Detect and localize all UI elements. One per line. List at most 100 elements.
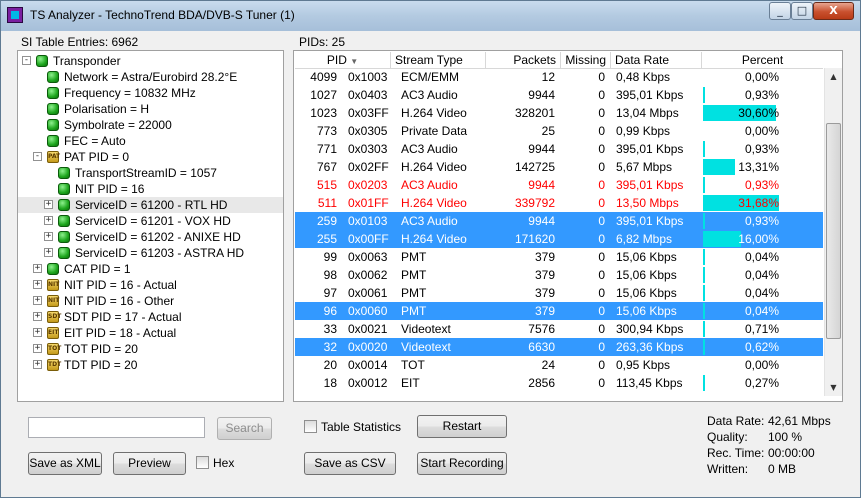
tree-node[interactable]: NIT PID = 16: [18, 181, 283, 197]
save-as-csv-button[interactable]: Save as CSV: [304, 452, 396, 475]
expand-icon[interactable]: +: [44, 216, 53, 225]
scroll-thumb[interactable]: [826, 123, 841, 339]
data-rate-cell: 13,04 Mbps: [616, 106, 679, 120]
scroll-up-icon[interactable]: ▲: [825, 68, 842, 85]
close-button[interactable]: X: [813, 2, 854, 20]
tree-node[interactable]: + TDT TDT PID = 20: [18, 357, 283, 373]
tree-node[interactable]: - Transponder: [18, 53, 283, 69]
table-row[interactable]: 18 0x0012 EIT 2856 0 113,45 Kbps 0,27%: [295, 374, 823, 392]
pid-cell: 767: [316, 160, 337, 174]
tree-node[interactable]: + NIT NIT PID = 16 - Other: [18, 293, 283, 309]
tree-node[interactable]: + ServiceID = 61200 - RTL HD: [18, 197, 283, 213]
tree-node[interactable]: TransportStreamID = 1057: [18, 165, 283, 181]
table-row[interactable]: 33 0x0021 Videotext 7576 0 300,94 Kbps 0,71%: [295, 320, 823, 338]
tree-node[interactable]: - PAT PAT PID = 0: [18, 149, 283, 165]
missing-cell: 0: [598, 286, 605, 300]
tree-node[interactable]: + EIT EIT PID = 18 - Actual: [18, 325, 283, 341]
tree-node[interactable]: + NIT NIT PID = 16 - Actual: [18, 277, 283, 293]
table-row[interactable]: 96 0x0060 PMT 379 0 15,06 Kbps 0,04%: [295, 302, 823, 320]
tree-node[interactable]: + ServiceID = 61202 - ANIXE HD: [18, 229, 283, 245]
table-row[interactable]: 773 0x0305 Private Data 25 0 0,99 Kbps 0,00%: [295, 122, 823, 140]
tree-node[interactable]: Polarisation = H: [18, 101, 283, 117]
col-data-rate[interactable]: Data Rate: [611, 52, 702, 68]
window-title: TS Analyzer - TechnoTrend BDA/DVB-S Tune…: [30, 8, 295, 22]
title-bar[interactable]: TS Analyzer - TechnoTrend BDA/DVB-S Tune…: [1, 1, 860, 31]
packets-cell: 339792: [514, 196, 555, 210]
start-recording-button[interactable]: Start Recording: [417, 452, 507, 475]
expand-icon[interactable]: +: [33, 360, 42, 369]
table-row[interactable]: 259 0x0103 AC3 Audio 9944 0 395,01 Kbps 0,93%: [295, 212, 823, 230]
percent-text: 13,31%: [738, 160, 779, 174]
tree-node[interactable]: + ServiceID = 61203 - ASTRA HD: [18, 245, 283, 261]
table-row[interactable]: 20 0x0014 TOT 24 0 0,95 Kbps 0,00%: [295, 356, 823, 374]
table-row[interactable]: 767 0x02FF H.264 Video 142725 0 5,67 Mbps 13,3…: [295, 158, 823, 176]
table-row[interactable]: 98 0x0062 PMT 379 0 15,06 Kbps 0,04%: [295, 266, 823, 284]
hex-checkbox[interactable]: [196, 456, 209, 469]
expand-icon[interactable]: +: [33, 296, 42, 305]
tree-node[interactable]: Frequency = 10832 MHz: [18, 85, 283, 101]
table-statistics-checkbox[interactable]: [304, 420, 317, 433]
minimize-button[interactable]: _: [769, 2, 791, 20]
expand-icon[interactable]: +: [44, 248, 53, 257]
stream-type-cell: AC3 Audio: [401, 214, 458, 228]
table-row[interactable]: 1027 0x0403 AC3 Audio 9944 0 395,01 Kbps 0,93%: [295, 86, 823, 104]
pid-cell: 97: [323, 286, 337, 300]
table-row[interactable]: 771 0x0303 AC3 Audio 9944 0 395,01 Kbps 0,93%: [295, 140, 823, 158]
collapse-icon[interactable]: -: [33, 152, 42, 161]
table-row[interactable]: 1023 0x03FF H.264 Video 328201 0 13,04 Mbps 30…: [295, 104, 823, 122]
percent-bar: [703, 339, 705, 355]
pid-table-scrollbar[interactable]: ▲ ▼: [824, 68, 842, 396]
green-node-icon: [58, 183, 70, 195]
expand-icon[interactable]: +: [44, 232, 53, 241]
save-as-xml-button[interactable]: Save as XML: [28, 452, 102, 475]
expand-icon[interactable]: +: [44, 200, 53, 209]
table-row[interactable]: 32 0x0020 Videotext 6630 0 263,36 Kbps 0,62%: [295, 338, 823, 356]
tree-node[interactable]: + TOT TOT PID = 20: [18, 341, 283, 357]
data-rate-cell: 15,06 Kbps: [616, 250, 677, 264]
scroll-down-icon[interactable]: ▼: [825, 379, 842, 396]
restart-button[interactable]: Restart: [417, 415, 507, 438]
tree-node-label: NIT PID = 16: [75, 182, 145, 196]
stream-type-cell: ECM/EMM: [401, 70, 459, 84]
table-row[interactable]: 515 0x0203 AC3 Audio 9944 0 395,01 Kbps 0,93%: [295, 176, 823, 194]
percent-cell: 0,00%: [702, 68, 823, 86]
col-packets[interactable]: Packets: [486, 52, 561, 68]
table-row[interactable]: 99 0x0063 PMT 379 0 15,06 Kbps 0,04%: [295, 248, 823, 266]
search-input[interactable]: [28, 417, 205, 438]
tree-node-label: FEC = Auto: [64, 134, 126, 148]
tree-node[interactable]: + ServiceID = 61201 - VOX HD: [18, 213, 283, 229]
tree-node[interactable]: FEC = Auto: [18, 133, 283, 149]
expand-icon[interactable]: +: [33, 328, 42, 337]
expand-icon[interactable]: +: [33, 312, 42, 321]
tree-node-label: Frequency = 10832 MHz: [64, 86, 196, 100]
table-row[interactable]: 511 0x01FF H.264 Video 339792 0 13,50 Mbps 31,…: [295, 194, 823, 212]
expand-icon[interactable]: +: [33, 344, 42, 353]
tree-node[interactable]: Symbolrate = 22000: [18, 117, 283, 133]
col-missing[interactable]: Missing: [561, 52, 611, 68]
packets-cell: 379: [534, 268, 555, 282]
data-rate-cell: 395,01 Kbps: [616, 178, 684, 192]
search-button[interactable]: Search: [217, 417, 272, 440]
tree-node[interactable]: + SDT SDT PID = 17 - Actual: [18, 309, 283, 325]
collapse-icon[interactable]: -: [22, 56, 31, 65]
expand-icon[interactable]: +: [33, 264, 42, 273]
preview-button[interactable]: Preview: [113, 452, 186, 475]
tree-node[interactable]: + CAT PID = 1: [18, 261, 283, 277]
percent-cell: 0,93%: [702, 176, 823, 194]
tree-node-label: CAT PID = 1: [64, 262, 131, 276]
col-pid[interactable]: PID ▼: [295, 52, 391, 68]
table-row[interactable]: 97 0x0061 PMT 379 0 15,06 Kbps 0,04%: [295, 284, 823, 302]
percent-bar: [703, 267, 705, 283]
expand-icon[interactable]: +: [33, 280, 42, 289]
tree-node[interactable]: Network = Astra/Eurobird 28.2°E: [18, 69, 283, 85]
col-stream-type[interactable]: Stream Type: [391, 52, 486, 68]
tree-node-label: TransportStreamID = 1057: [75, 166, 217, 180]
si-table-entries-label: SI Table Entries: 6962: [21, 35, 139, 49]
col-percent[interactable]: Percent: [702, 52, 823, 68]
si-tree[interactable]: - Transponder Network = Astra/Eurobird 28.…: [17, 50, 284, 402]
hex-cell: 0x0020: [348, 340, 388, 354]
restore-button[interactable]: □: [791, 2, 813, 20]
missing-cell: 0: [598, 88, 605, 102]
table-row[interactable]: 4099 0x1003 ECM/EMM 12 0 0,48 Kbps 0,00%: [295, 68, 823, 86]
table-row[interactable]: 255 0x00FF H.264 Video 171620 0 6,82 Mbps 16,0…: [295, 230, 823, 248]
